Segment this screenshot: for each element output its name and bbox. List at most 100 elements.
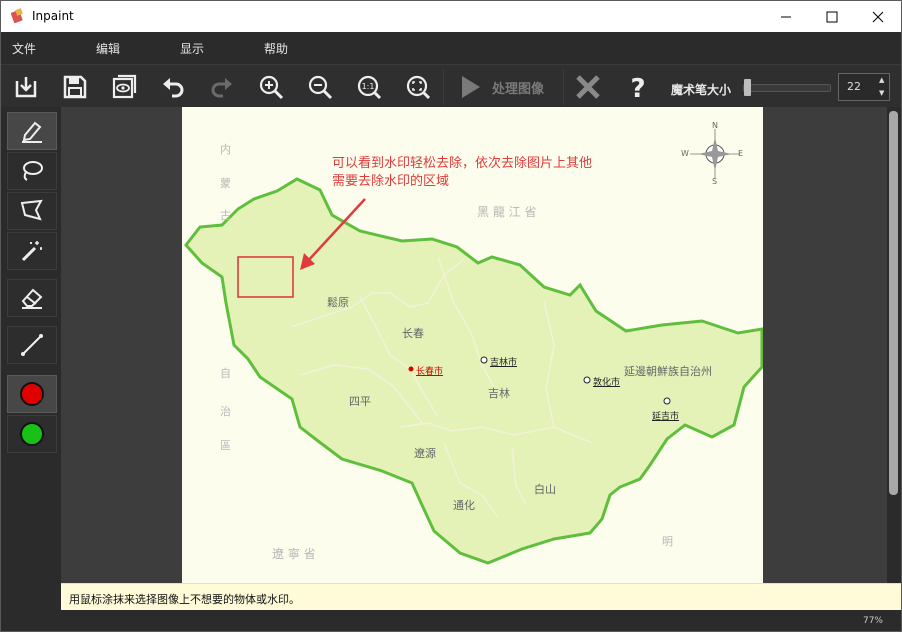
zoom-out-button[interactable] [302, 69, 338, 105]
marker-icon [22, 121, 42, 143]
vertical-scrollbar[interactable] [887, 107, 901, 583]
label-baishan: 白山 [534, 483, 556, 496]
actual-size-button[interactable]: 1:1 [351, 69, 387, 105]
eraser-tool[interactable] [7, 279, 57, 317]
tool-panel [1, 107, 61, 583]
line-tool[interactable] [7, 326, 57, 364]
red-color-icon [20, 382, 44, 406]
city-changchun: 长春市 [416, 367, 444, 377]
label-qu: 區 [220, 439, 231, 452]
scrollbar-thumb[interactable] [889, 111, 898, 495]
label-liaoyuan: 遼源 [414, 447, 436, 460]
brush-size-slider-thumb[interactable] [744, 79, 751, 96]
save-button[interactable] [57, 69, 93, 105]
label-yanbian: 延邊朝鮮族自治州 [624, 365, 712, 378]
label-songyuan: 鬆原 [327, 296, 349, 309]
preview-icon [112, 74, 137, 99]
city-dunhua: 敦化市 [593, 378, 621, 388]
label-meng: 蒙 [220, 177, 231, 190]
line-icon [21, 334, 43, 356]
hint-bar: 用鼠标涂抹来选择图像上不想要的物体或水印。 [61, 583, 901, 610]
compass-n: N [712, 121, 718, 130]
zoom-out-icon [308, 75, 333, 100]
compass-w: W [681, 149, 689, 158]
menu-view[interactable]: 显示 [180, 40, 204, 57]
process-image-button[interactable]: 处理图像 [450, 69, 562, 105]
brush-size-spinbox[interactable]: 22 ▲ ▼ [838, 73, 890, 101]
compass-e: E [738, 149, 744, 158]
canvas-area[interactable]: 可以看到水印轻松去除，依次去除图片上其他 需要去除水印的区域 N S E W 内… [61, 107, 887, 583]
fit-button[interactable] [400, 69, 436, 105]
close-button[interactable] [855, 1, 901, 32]
polygon-lasso-icon [20, 199, 43, 221]
label-liaoning: 遼 寧 省 [272, 547, 316, 561]
menu-file[interactable]: 文件 [12, 40, 36, 57]
svg-text:1:1: 1:1 [362, 82, 375, 91]
zoom-in-button[interactable] [253, 69, 289, 105]
label-ming: 明 [662, 535, 673, 548]
toolbar: 1:1 处理图像 ? 魔术笔大小 22 ▲ ▼ [1, 64, 901, 107]
toolbar-separator [443, 69, 444, 105]
minimize-icon [781, 16, 791, 17]
lasso-icon [23, 161, 43, 181]
open-button[interactable] [8, 69, 44, 105]
label-heilongjiang: 黑 龍 江 省 [477, 205, 537, 219]
annotation-text: 可以看到水印轻松去除，依次去除图片上其他 需要去除水印的区域 [332, 156, 593, 189]
app-logo-icon [10, 8, 23, 24]
maximize-icon [826, 11, 838, 22]
fit-icon [406, 75, 431, 100]
status-bar: 77% [1, 610, 901, 631]
undo-icon [163, 78, 184, 98]
app-window: Inpaint 文件 编辑 显示 帮助 1:1 处理图像 ? 魔术笔大小 22 … [0, 0, 902, 632]
window-title: Inpaint [32, 9, 74, 23]
preview-button[interactable] [106, 69, 142, 105]
menu-help[interactable]: 帮助 [264, 40, 288, 57]
hint-text: 用鼠标涂抹来选择图像上不想要的物体或水印。 [69, 593, 300, 606]
label-tonghua: 通化 [453, 499, 475, 512]
label-zhi: 治 [220, 405, 231, 418]
cancel-icon [576, 75, 600, 99]
menu-bar: 文件 编辑 显示 帮助 [1, 32, 901, 64]
label-jilin-pref: 吉林 [488, 387, 510, 400]
city-jilin: 吉林市 [490, 358, 518, 368]
maximize-button[interactable] [809, 1, 855, 32]
help-button[interactable]: ? [620, 69, 656, 105]
redo-button[interactable] [204, 69, 240, 105]
menu-edit[interactable]: 编辑 [96, 40, 120, 57]
save-icon [63, 75, 87, 99]
compass-s: S [712, 177, 718, 186]
spin-up-icon[interactable]: ▲ [879, 76, 884, 84]
zoom-level: 77% [862, 616, 883, 626]
cancel-button[interactable] [570, 69, 606, 105]
lasso-tool[interactable] [7, 152, 57, 190]
svg-text:?: ? [630, 74, 645, 101]
actual-size-icon: 1:1 [357, 75, 382, 100]
help-icon: ? [630, 74, 645, 101]
eraser-icon [21, 288, 43, 309]
brush-size-value[interactable]: 22 [847, 80, 861, 93]
label-changchun-pref: 长春 [402, 327, 424, 340]
title-bar: Inpaint [1, 1, 901, 32]
open-icon [15, 77, 37, 98]
zoom-in-icon [259, 75, 284, 100]
red-color-tool[interactable] [7, 375, 57, 413]
marker-tool[interactable] [7, 112, 57, 150]
label-nei: 内 [220, 143, 231, 156]
polygon-lasso-tool[interactable] [7, 192, 57, 230]
undo-button[interactable] [155, 69, 191, 105]
brush-size-label: 魔术笔大小 [671, 83, 732, 97]
magic-wand-tool[interactable] [7, 232, 57, 270]
spin-down-icon[interactable]: ▼ [879, 89, 884, 97]
redo-icon [211, 78, 232, 98]
minimize-button[interactable] [763, 1, 809, 32]
magic-wand-icon [21, 241, 42, 262]
label-siping: 四平 [349, 395, 371, 408]
toolbar-separator [563, 69, 564, 105]
brush-size-slider[interactable] [743, 84, 831, 92]
green-color-tool[interactable] [7, 415, 57, 453]
green-color-icon [20, 422, 44, 446]
play-icon [462, 76, 480, 98]
close-icon [872, 11, 884, 22]
map-image[interactable]: 可以看到水印轻松去除，依次去除图片上其他 需要去除水印的区域 N S E W 内… [182, 107, 763, 583]
process-image-label: 处理图像 [492, 81, 545, 97]
